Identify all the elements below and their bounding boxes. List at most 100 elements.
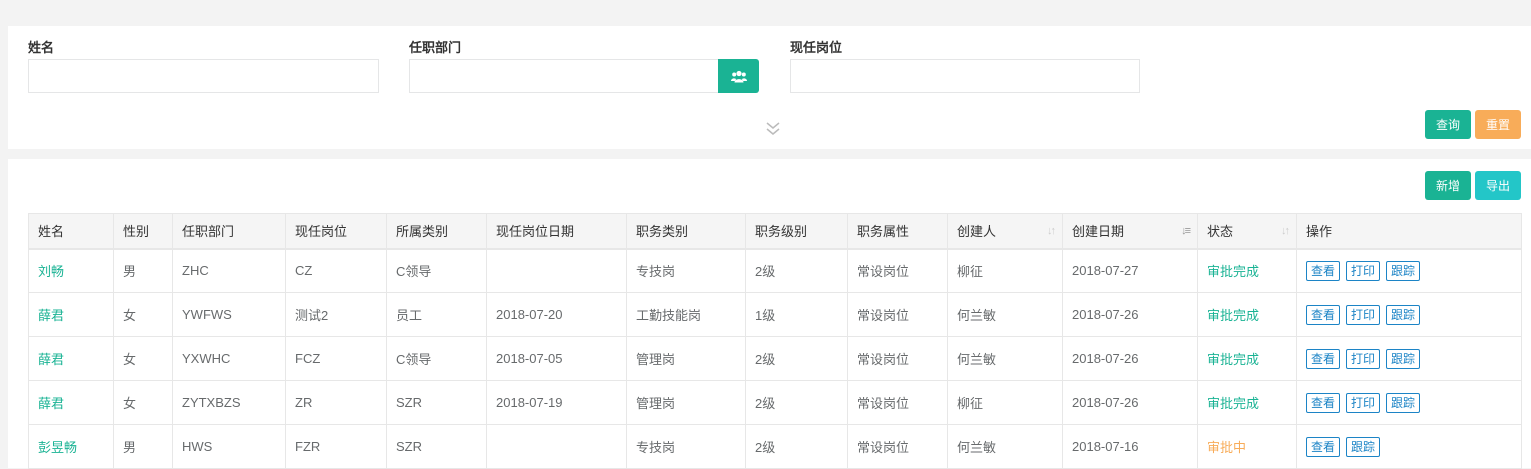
table-row: 薛君女 YXWHC FCZ C领导 2018-07-05 管理岗 2级 常设岗位 何兰敏 2018…	[28, 336, 1522, 381]
cell-duty-level: 1级	[745, 292, 848, 337]
cell-duty-level: 2级	[745, 424, 848, 469]
cell-name[interactable]: 薛君	[28, 380, 114, 425]
cell-actions: 查看 打印 跟踪	[1296, 292, 1522, 337]
cell-dept: HWS	[172, 424, 286, 469]
cell-creator: 柳征	[947, 248, 1063, 293]
group-icon	[730, 70, 747, 82]
header-actions: 操作	[1296, 213, 1522, 250]
cell-created: 2018-07-26	[1062, 380, 1198, 425]
cell-name[interactable]: 彭昱畅	[28, 424, 114, 469]
cell-duty-type: 管理岗	[626, 380, 746, 425]
cell-category: 员工	[386, 292, 487, 337]
cell-dept: ZHC	[172, 248, 286, 293]
print-button[interactable]: 打印	[1346, 348, 1381, 369]
cell-actions: 查看 打印 跟踪	[1296, 336, 1522, 381]
cell-creator: 柳征	[947, 380, 1063, 425]
table-row: 薛君女 ZYTXBZS ZR SZR 2018-07-19 管理岗 2级 常设岗位 柳征 2018…	[28, 380, 1522, 425]
table-row: 刘畅男 ZHC CZ C领导 专技岗 2级 常设岗位 柳征 2018-07-27 审批完成 查看 打印…	[28, 248, 1522, 293]
dept-picker-button[interactable]	[718, 59, 759, 93]
cell-created: 2018-07-26	[1062, 292, 1198, 337]
status-badge: 审批完成	[1197, 248, 1297, 293]
sort-icon[interactable]: ↓↑	[1281, 225, 1290, 237]
status-badge: 审批中	[1197, 424, 1297, 469]
sort-desc-icon[interactable]: ↓≡	[1181, 225, 1191, 237]
cell-actions: 查看 打印 跟踪	[1296, 380, 1522, 425]
cell-post: ZR	[285, 380, 387, 425]
cell-duty-type: 管理岗	[626, 336, 746, 381]
track-button[interactable]: 跟踪	[1386, 392, 1421, 413]
cell-creator: 何兰敏	[947, 292, 1063, 337]
print-button[interactable]: 打印	[1346, 260, 1381, 281]
view-button[interactable]: 查看	[1306, 392, 1341, 413]
reset-button[interactable]: 重置	[1475, 110, 1521, 139]
cell-gender: 女	[113, 292, 173, 337]
sort-icon[interactable]: ↓↑	[1047, 225, 1056, 237]
cell-duty-level: 2级	[745, 380, 848, 425]
view-button[interactable]: 查看	[1306, 304, 1341, 325]
view-button[interactable]: 查看	[1306, 348, 1341, 369]
header-duty-level: 职务级别	[745, 213, 848, 250]
track-button[interactable]: 跟踪	[1386, 260, 1421, 281]
cell-post-date: 2018-07-19	[486, 380, 627, 425]
cell-duty-type: 专技岗	[626, 424, 746, 469]
track-button[interactable]: 跟踪	[1386, 348, 1421, 369]
cell-duty-attr: 常设岗位	[847, 336, 948, 381]
header-dept: 任职部门	[172, 213, 286, 250]
add-button[interactable]: 新增	[1425, 171, 1471, 200]
view-button[interactable]: 查看	[1306, 260, 1341, 281]
header-post-date: 现任岗位日期	[486, 213, 627, 250]
cell-gender: 男	[113, 424, 173, 469]
cell-category: SZR	[386, 380, 487, 425]
list-panel: 新增 导出 姓名 性别 任职部门 现任岗位 所属类别 现任岗位日期 职务类别 职…	[8, 159, 1531, 469]
post-input[interactable]	[790, 59, 1140, 93]
header-created-label: 创建日期	[1072, 224, 1125, 240]
status-badge: 审批完成	[1197, 380, 1297, 425]
table-header-row: 姓名 性别 任职部门 现任岗位 所属类别 现任岗位日期 职务类别 职务级别 职务…	[28, 213, 1522, 250]
cell-category: C领导	[386, 336, 487, 381]
track-button[interactable]: 跟踪	[1386, 304, 1421, 325]
dept-input[interactable]	[409, 59, 719, 93]
cell-duty-attr: 常设岗位	[847, 424, 948, 469]
table-row: 薛君女 YWFWS 测试2 员工 2018-07-20 工勤技能岗 1级 常设岗位 何兰敏 201…	[28, 292, 1522, 337]
cell-actions: 查看 打印 跟踪	[1296, 248, 1522, 293]
header-gender: 性别	[113, 213, 173, 250]
header-created[interactable]: 创建日期 ↓≡	[1062, 213, 1198, 250]
view-button[interactable]: 查看	[1306, 436, 1341, 457]
print-button[interactable]: 打印	[1346, 392, 1381, 413]
cell-post-date: 2018-07-05	[486, 336, 627, 381]
cell-duty-type: 工勤技能岗	[626, 292, 746, 337]
cell-duty-attr: 常设岗位	[847, 380, 948, 425]
status-badge: 审批完成	[1197, 336, 1297, 381]
header-duty-type: 职务类别	[626, 213, 746, 250]
double-chevron-down-icon[interactable]	[765, 122, 781, 136]
cell-gender: 女	[113, 336, 173, 381]
header-creator[interactable]: 创建人 ↓↑	[947, 213, 1063, 250]
name-input[interactable]	[28, 59, 379, 93]
table-row: 彭昱畅男 HWS FZR SZR 专技岗 2级 常设岗位 何兰敏 2018-07-16 审批中 查看…	[28, 424, 1522, 469]
print-button[interactable]: 打印	[1346, 304, 1381, 325]
cell-name[interactable]: 刘畅	[28, 248, 114, 293]
query-button[interactable]: 查询	[1425, 110, 1471, 139]
header-status[interactable]: 状态 ↓↑	[1197, 213, 1297, 250]
cell-category: C领导	[386, 248, 487, 293]
header-category: 所属类别	[386, 213, 487, 250]
cell-duty-attr: 常设岗位	[847, 248, 948, 293]
header-duty-attr: 职务属性	[847, 213, 948, 250]
cell-name[interactable]: 薛君	[28, 292, 114, 337]
cell-duty-level: 2级	[745, 248, 848, 293]
cell-created: 2018-07-27	[1062, 248, 1198, 293]
dept-label: 任职部门	[409, 40, 462, 55]
cell-created: 2018-07-26	[1062, 336, 1198, 381]
cell-post: FZR	[285, 424, 387, 469]
export-button[interactable]: 导出	[1475, 171, 1521, 200]
cell-dept: ZYTXBZS	[172, 380, 286, 425]
cell-post-date	[486, 424, 627, 469]
cell-duty-level: 2级	[745, 336, 848, 381]
cell-gender: 男	[113, 248, 173, 293]
cell-name[interactable]: 薛君	[28, 336, 114, 381]
header-name: 姓名	[28, 213, 114, 250]
cell-post-date	[486, 248, 627, 293]
track-button[interactable]: 跟踪	[1346, 436, 1381, 457]
header-post: 现任岗位	[285, 213, 387, 250]
cell-creator: 何兰敏	[947, 424, 1063, 469]
